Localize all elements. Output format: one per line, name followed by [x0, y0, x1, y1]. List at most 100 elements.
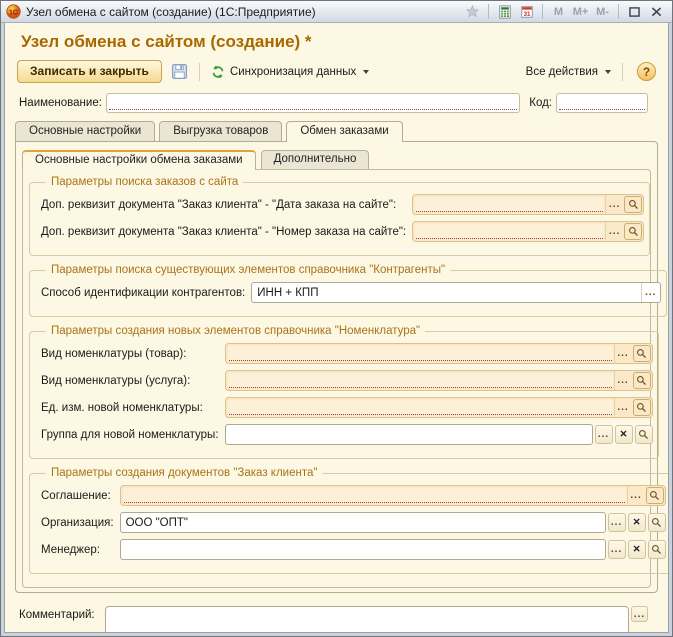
group-legend: Параметры поиска заказов с сайта [46, 176, 243, 188]
field-value-area[interactable] [228, 373, 613, 388]
main-tabs: Основные настройки Выгрузка товаров Обме… [15, 121, 658, 141]
tab-goods-upload[interactable]: Выгрузка товаров [159, 121, 282, 141]
field-label: Доп. реквизит документа "Заказ клиента" … [41, 199, 412, 211]
ellipsis-button[interactable]: ... [608, 540, 626, 559]
subtab-order-exchange-settings[interactable]: Основные настройки обмена заказами [22, 150, 256, 170]
lookup-button[interactable] [633, 372, 651, 389]
field-label: Вид номенклатуры (услуга): [41, 375, 225, 387]
agreement-field[interactable]: ... [120, 485, 666, 506]
maximize-button[interactable] [625, 3, 644, 20]
field-row: Соглашение: ... [41, 485, 666, 506]
magnifier-icon [649, 490, 660, 501]
comment-ellipsis-button[interactable]: ... [631, 606, 648, 622]
group-counterparty-search-params: Параметры поиска существующих элементов … [29, 264, 667, 317]
memory-m-plus-button[interactable]: M+ [571, 3, 590, 20]
field-value-area[interactable] [228, 400, 613, 415]
tab-main-settings[interactable]: Основные настройки [15, 121, 155, 141]
new-nomenclature-group-field[interactable]: ... ✕ [225, 424, 653, 445]
memory-m-minus-button[interactable]: M- [593, 3, 612, 20]
subtab-additional[interactable]: Дополнительно [261, 150, 370, 169]
ellipsis-button[interactable]: ... [608, 513, 626, 532]
field-label: Соглашение: [41, 490, 120, 502]
field-value-area[interactable]: ООО "ОПТ" [120, 512, 606, 533]
field-value-area[interactable]: ИНН + КПП ... [251, 282, 661, 303]
title-bar: 1С Узел обмена с сайтом (создание) (1С:П… [1, 1, 672, 23]
field-row: Доп. реквизит документа "Заказ клиента" … [41, 221, 644, 242]
counterparty-id-method-field[interactable]: ИНН + КПП ... [251, 282, 661, 303]
toolbar-separator [622, 63, 623, 81]
clear-button[interactable]: ✕ [628, 540, 646, 559]
nomenclature-type-goods-field[interactable]: ... [225, 343, 653, 364]
help-button[interactable]: ? [637, 62, 656, 81]
ellipsis-button[interactable]: ... [595, 425, 613, 444]
tab-order-exchange[interactable]: Обмен заказами [286, 121, 402, 142]
order-date-attr-field[interactable]: ... [412, 194, 644, 215]
data-sync-menu-button[interactable]: Синхронизация данных [207, 63, 373, 81]
page-title: Узел обмена с сайтом (создание) * [21, 32, 652, 52]
window-title: Узел обмена с сайтом (создание) (1С:Пред… [26, 5, 458, 19]
unit-of-measure-field[interactable]: ... [225, 397, 653, 418]
lookup-button[interactable] [648, 540, 666, 559]
all-actions-menu-button[interactable]: Все действия [522, 64, 615, 80]
ellipsis-button[interactable]: ... [627, 486, 645, 505]
lookup-button[interactable] [633, 399, 651, 416]
calendar-icon[interactable]: 31 [517, 3, 536, 20]
comment-label: Комментарий: [19, 606, 105, 621]
field-row: Ед. изм. новой номенклатуры: ... [41, 397, 653, 418]
magnifier-icon [636, 348, 647, 359]
field-value-area[interactable] [415, 224, 604, 239]
lookup-button[interactable] [648, 513, 666, 532]
memory-m-button[interactable]: M [549, 3, 568, 20]
field-label: Группа для новой номенклатуры: [41, 429, 225, 441]
field-value-area[interactable] [120, 539, 606, 560]
code-input[interactable] [556, 93, 648, 113]
calculator-icon[interactable] [495, 3, 514, 20]
magnifier-icon [628, 226, 639, 237]
magnifier-icon [638, 429, 649, 440]
favorites-star-icon[interactable] [463, 3, 482, 20]
field-value-area[interactable] [123, 488, 626, 503]
clear-button[interactable]: ✕ [615, 425, 633, 444]
lookup-button[interactable] [624, 223, 642, 240]
order-number-attr-field[interactable]: ... [412, 221, 644, 242]
ellipsis-button[interactable]: ... [605, 222, 623, 241]
nomenclature-type-service-field[interactable]: ... [225, 370, 653, 391]
ellipsis-button[interactable]: ... [614, 371, 632, 390]
comment-input[interactable] [105, 606, 629, 633]
field-row: Вид номенклатуры (товар): ... [41, 343, 653, 364]
group-nomenclature-creation-params: Параметры создания новых элементов справ… [29, 325, 659, 459]
save-button[interactable] [168, 61, 192, 82]
dropdown-arrow-icon [605, 70, 611, 74]
dropdown-arrow-icon [363, 70, 369, 74]
lookup-button[interactable] [624, 196, 642, 213]
1c-logo-icon: 1С [6, 4, 21, 19]
titlebar-separator [542, 4, 543, 19]
lookup-button[interactable] [646, 487, 664, 504]
field-row: Способ идентификации контрагентов: ИНН +… [41, 282, 661, 303]
titlebar-separator [488, 4, 489, 19]
save-and-close-button[interactable]: Записать и закрыть [17, 60, 162, 83]
code-label: Код: [529, 97, 552, 109]
sync-arrows-icon [211, 65, 225, 79]
ellipsis-button[interactable]: ... [614, 398, 632, 417]
ellipsis-button[interactable]: ... [641, 283, 659, 302]
field-label: Организация: [41, 517, 120, 529]
name-input[interactable] [106, 93, 520, 113]
toolbar: Записать и закрыть Синхронизация данных [17, 60, 656, 83]
manager-field[interactable]: ... ✕ [120, 539, 666, 560]
clear-button[interactable]: ✕ [628, 513, 646, 532]
order-exchange-panel: Основные настройки обмена заказами Допол… [15, 141, 658, 593]
field-value-area[interactable] [228, 346, 613, 361]
group-legend: Параметры создания документов "Заказ кли… [46, 467, 322, 479]
field-row: Вид номенклатуры (услуга): ... [41, 370, 653, 391]
field-value-area[interactable] [225, 424, 593, 445]
close-button[interactable] [647, 3, 666, 20]
field-label: Ед. изм. новой номенклатуры: [41, 402, 225, 414]
app-window: 1С Узел обмена с сайтом (создание) (1С:П… [0, 0, 673, 637]
lookup-button[interactable] [633, 345, 651, 362]
organization-field[interactable]: ООО "ОПТ" ... ✕ [120, 512, 666, 533]
ellipsis-button[interactable]: ... [614, 344, 632, 363]
lookup-button[interactable] [635, 425, 653, 444]
field-value-area[interactable] [415, 197, 604, 212]
ellipsis-button[interactable]: ... [605, 195, 623, 214]
